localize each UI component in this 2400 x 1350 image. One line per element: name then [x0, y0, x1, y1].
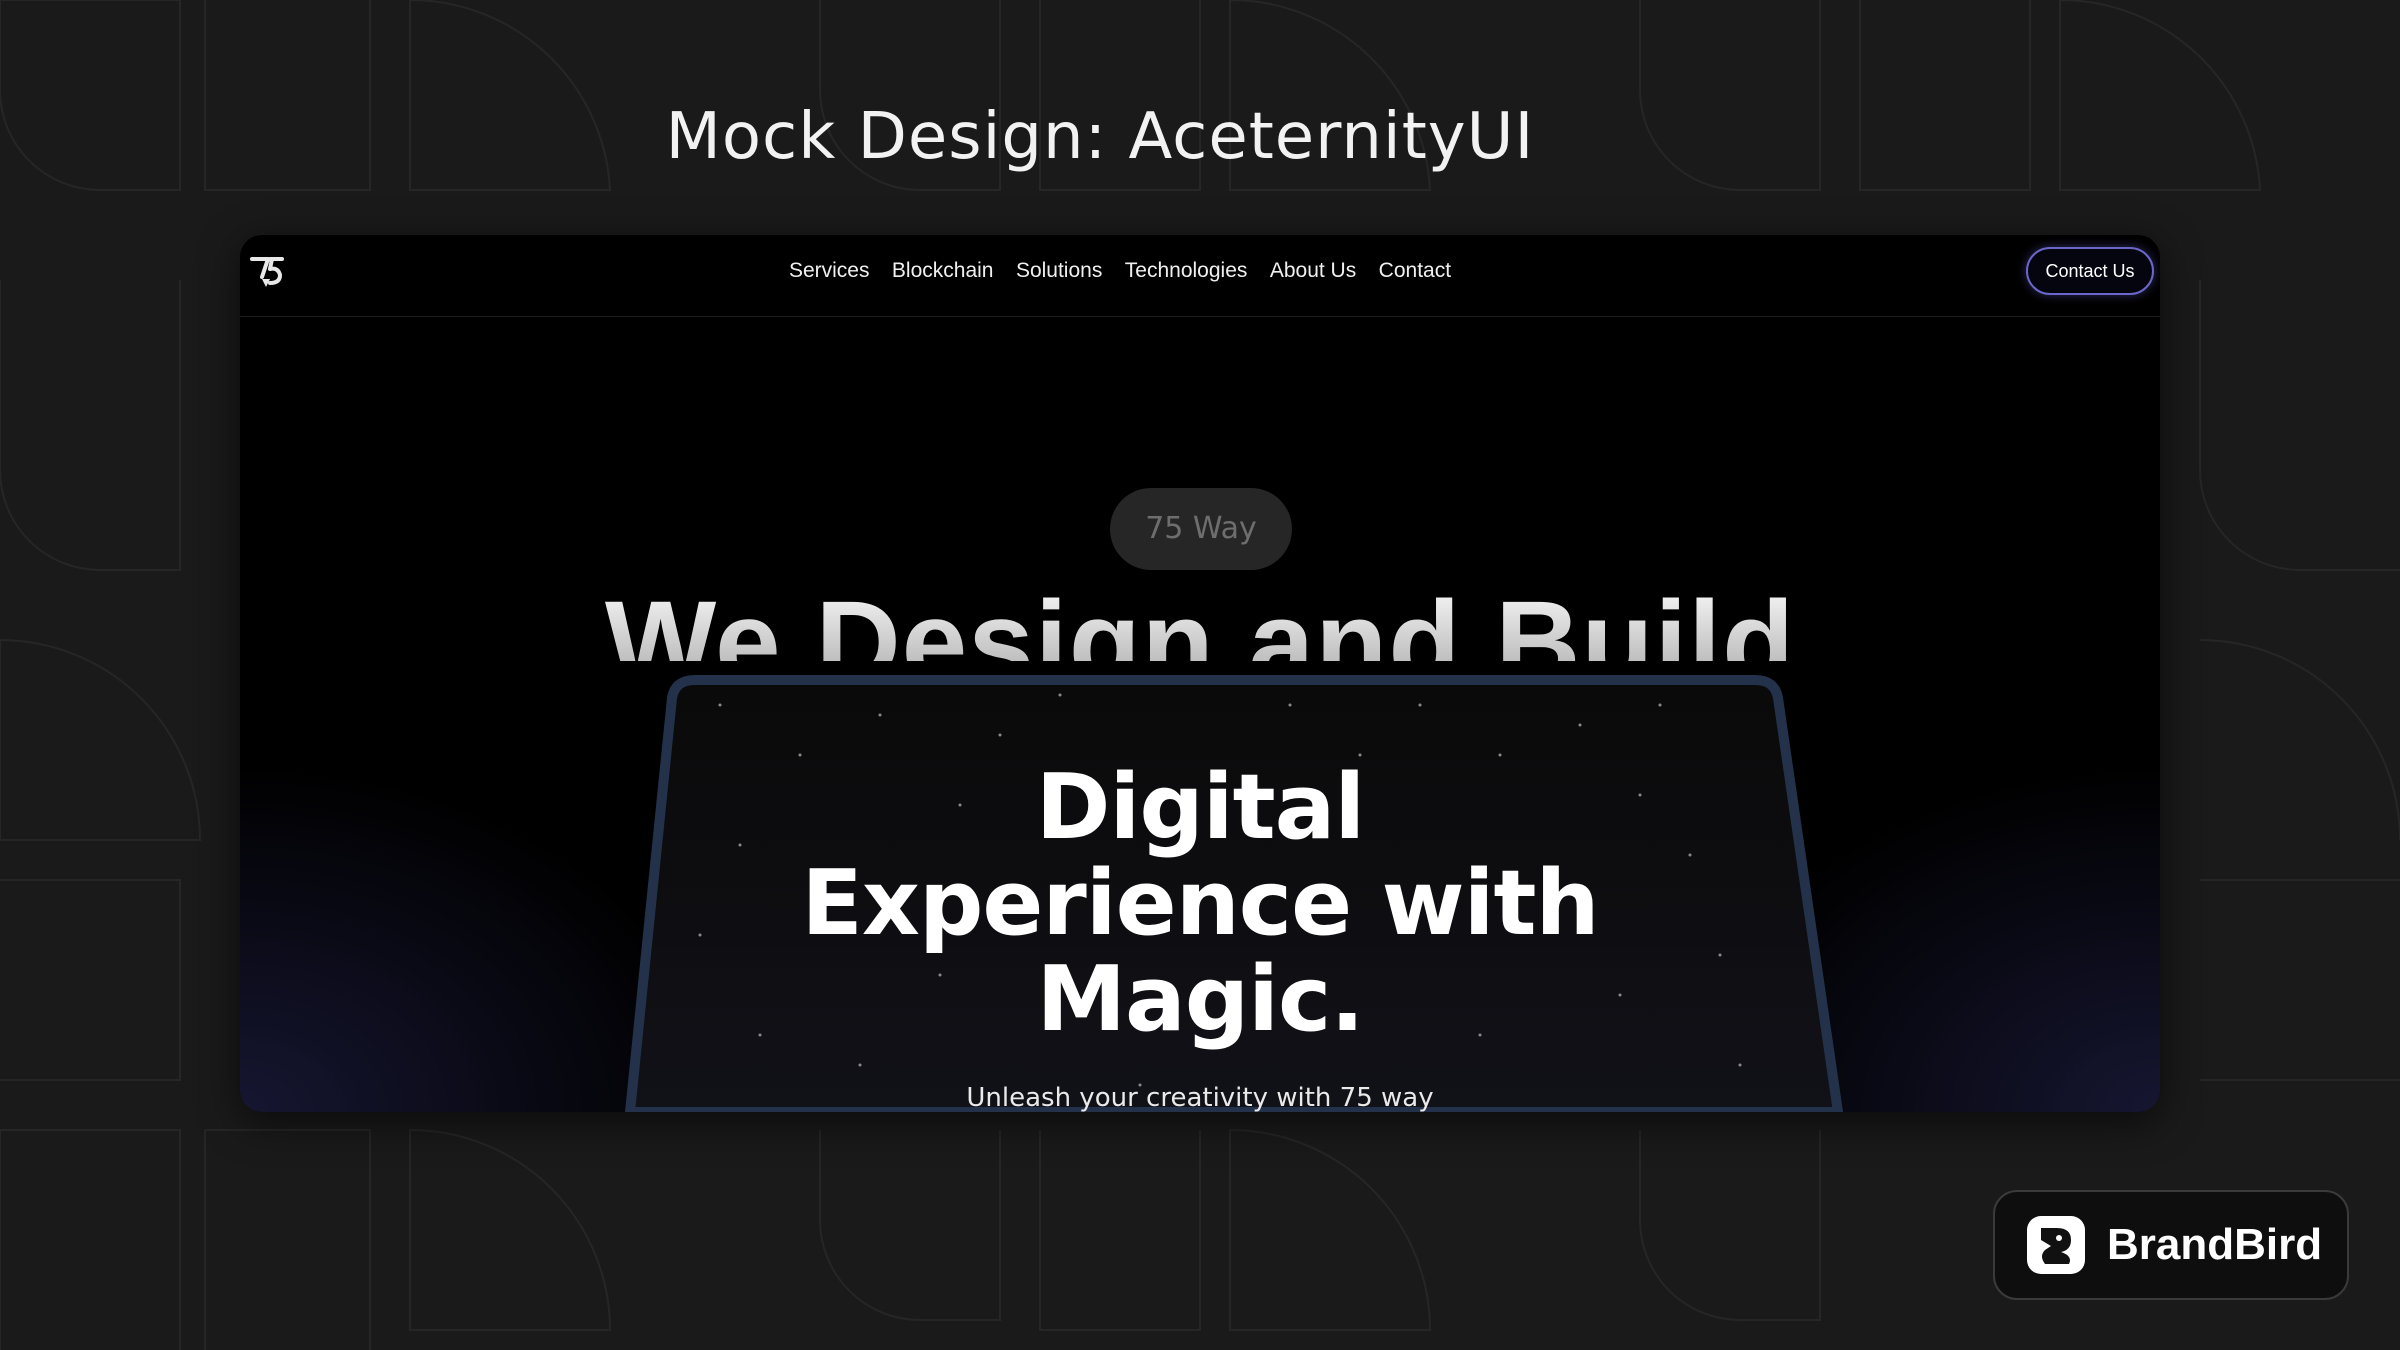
- screen-subtitle: Unleash your creativity with 75 way: [966, 1083, 1434, 1112]
- page-title: Mock Design: AceternityUI: [665, 100, 1535, 174]
- website-preview-frame: Services Blockchain Solutions Technologi…: [240, 235, 2160, 1112]
- screen-title-line-2: Experience with: [801, 851, 1599, 956]
- screen-title: Digital Experience with Magic.: [740, 760, 1660, 1048]
- screen-title-line-1: Digital: [1035, 755, 1365, 860]
- brand-name: BrandBird: [2107, 1220, 2323, 1269]
- screen-title-line-3: Magic.: [1036, 947, 1364, 1052]
- brandbird-logo-icon: [2027, 1216, 2085, 1274]
- brandbird-watermark: BrandBird: [1993, 1190, 2349, 1300]
